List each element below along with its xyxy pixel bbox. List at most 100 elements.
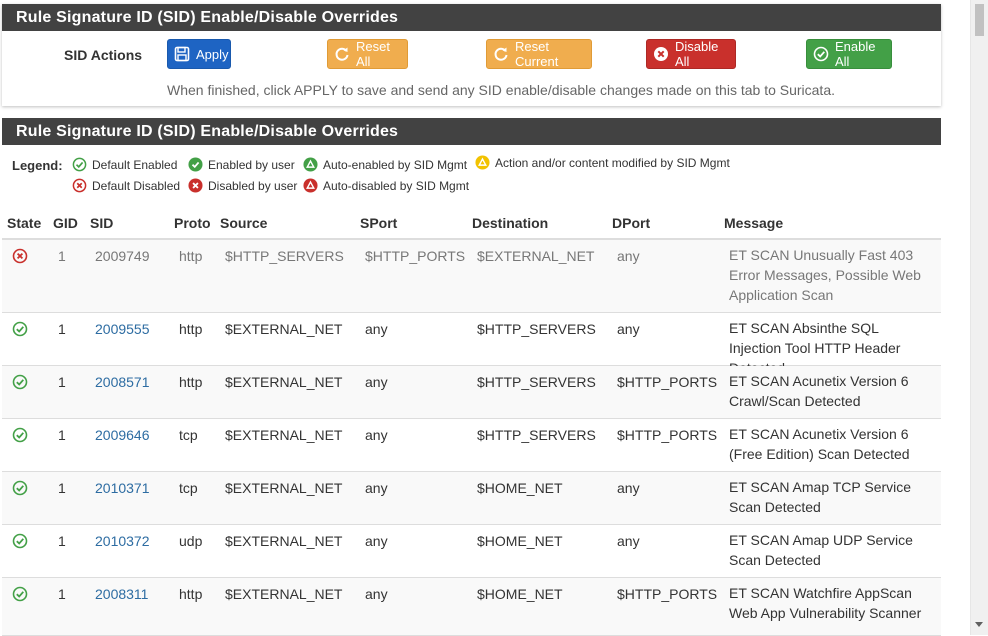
rule-source: $EXTERNAL_NET — [225, 427, 343, 443]
reset-current-button-label: Reset Current — [515, 39, 559, 69]
enable-all-button[interactable]: Enable All — [806, 39, 892, 69]
rule-sid-link[interactable]: 2009555 — [95, 321, 150, 337]
rule-message: ET SCAN Watchfire AppScan Web App Vulner… — [729, 585, 922, 621]
legend-text: Enabled by user — [208, 157, 295, 172]
default-disabled-icon — [72, 178, 87, 193]
rule-sid-link[interactable]: 2008571 — [95, 374, 150, 390]
rule-sport: any — [365, 321, 388, 337]
reset-current-button[interactable]: Reset Current — [486, 39, 592, 69]
rule-proto: udp — [179, 533, 203, 549]
rules-panel-title: Rule Signature ID (SID) Enable/Disable O… — [2, 118, 941, 145]
refresh-icon — [493, 46, 509, 62]
scrollbar-thumb[interactable] — [975, 4, 984, 36]
table-row: 1 2009749 http $HTTP_SERVERS $HTTP_PORTS… — [2, 240, 941, 313]
scroll-down-arrow-icon[interactable] — [975, 622, 983, 627]
rule-gid: 1 — [58, 374, 66, 390]
rule-proto: tcp — [179, 427, 198, 443]
rule-sid: 2009749 — [95, 248, 150, 264]
column-header-gid[interactable]: GID — [53, 215, 78, 231]
rule-gid: 1 — [58, 586, 66, 602]
rule-message: ET SCAN Acunetix Version 6 Crawl/Scan De… — [729, 373, 909, 409]
rule-proto: http — [179, 374, 203, 390]
table-row: 1 2010372 udp $EXTERNAL_NET any $HOME_NE… — [2, 525, 941, 578]
column-header-sport[interactable]: SPort — [360, 215, 397, 231]
rules-panel: Rule Signature ID (SID) Enable/Disable O… — [2, 118, 941, 636]
rule-sport: any — [365, 374, 388, 390]
default-enabled-icon — [12, 480, 28, 496]
legend-modified: Action and/or content modified by SID Mg… — [475, 155, 730, 170]
table-row: 1 2008571 http $EXTERNAL_NET any $HTTP_S… — [2, 366, 941, 419]
default-enabled-icon — [72, 157, 87, 172]
disabled-by-user-icon — [188, 178, 203, 193]
rule-destination: $HTTP_SERVERS — [477, 321, 596, 337]
page-scrollbar[interactable] — [970, 0, 988, 635]
rule-state-toggle[interactable] — [12, 374, 28, 393]
rule-proto: tcp — [179, 480, 198, 496]
default-enabled-icon — [12, 427, 28, 443]
rule-destination: $HTTP_SERVERS — [477, 427, 596, 443]
column-header-sid[interactable]: SID — [90, 215, 113, 231]
default-enabled-icon — [12, 586, 28, 602]
legend-text: Default Enabled — [92, 157, 178, 172]
rule-destination: $HOME_NET — [477, 586, 563, 602]
rule-dport: any — [617, 248, 640, 264]
default-enabled-icon — [12, 321, 28, 337]
default-enabled-icon — [12, 374, 28, 390]
legend-enabled-by-user: Enabled by user — [188, 157, 295, 172]
apply-button[interactable]: Apply — [167, 39, 231, 69]
rule-sport: $HTTP_PORTS — [365, 248, 466, 264]
column-header-dport[interactable]: DPort — [612, 215, 650, 231]
legend-auto-enabled: Auto-enabled by SID Mgmt — [303, 157, 467, 172]
rule-state-toggle[interactable] — [12, 427, 28, 446]
column-header-source[interactable]: Source — [220, 215, 267, 231]
rule-state-toggle[interactable] — [12, 248, 28, 267]
rule-sid-link[interactable]: 2008311 — [95, 586, 148, 602]
rule-sid-link[interactable]: 2010371 — [95, 480, 150, 496]
rule-proto: http — [179, 248, 203, 264]
legend-disabled-by-user: Disabled by user — [188, 178, 297, 193]
table-row: 1 2009646 tcp $EXTERNAL_NET any $HTTP_SE… — [2, 419, 941, 472]
default-disabled-icon — [12, 248, 28, 264]
legend-text: Auto-disabled by SID Mgmt — [323, 178, 470, 193]
rule-source: $EXTERNAL_NET — [225, 586, 343, 602]
rule-message: ET SCAN Acunetix Version 6 (Free Edition… — [729, 426, 910, 462]
rule-gid: 1 — [58, 321, 66, 337]
rule-destination: $HOME_NET — [477, 480, 563, 496]
rule-sid-link[interactable]: 2010372 — [95, 533, 150, 549]
rule-proto: http — [179, 321, 203, 337]
rule-destination: $HTTP_SERVERS — [477, 374, 596, 390]
column-header-destination[interactable]: Destination — [472, 215, 548, 231]
rule-dport: $HTTP_PORTS — [617, 374, 718, 390]
legend-label: Legend: — [12, 158, 63, 173]
disable-all-button[interactable]: Disable All — [646, 39, 736, 69]
column-header-message[interactable]: Message — [724, 215, 783, 231]
rules-table-header: State GID SID Proto Source SPort Destina… — [2, 210, 941, 240]
rule-sid-link[interactable]: 2009646 — [95, 427, 150, 443]
column-header-state[interactable]: State — [7, 215, 41, 231]
table-row: 1 2009555 http $EXTERNAL_NET any $HTTP_S… — [2, 313, 941, 376]
sid-actions-panel-title: Rule Signature ID (SID) Enable/Disable O… — [2, 4, 941, 31]
disable-all-button-label: Disable All — [675, 39, 719, 69]
rule-state-toggle[interactable] — [12, 321, 28, 340]
legend-text: Disabled by user — [208, 178, 298, 193]
table-row: 1 2010371 tcp $EXTERNAL_NET any $HOME_NE… — [2, 472, 941, 525]
legend-text: Auto-enabled by SID Mgmt — [323, 157, 468, 172]
default-enabled-icon — [12, 533, 28, 549]
rule-state-toggle[interactable] — [12, 480, 28, 499]
reset-all-button[interactable]: Reset All — [327, 39, 408, 69]
rule-state-toggle[interactable] — [12, 533, 28, 552]
rule-sport: any — [365, 586, 388, 602]
sid-actions-label: SID Actions — [64, 47, 143, 63]
rule-message: ET SCAN Amap UDP Service Scan Detected — [729, 532, 913, 568]
rule-source: $EXTERNAL_NET — [225, 480, 343, 496]
rule-sport: any — [365, 427, 388, 443]
save-icon — [174, 46, 190, 62]
rule-source: $HTTP_SERVERS — [225, 248, 344, 264]
legend-auto-disabled: Auto-disabled by SID Mgmt — [303, 178, 469, 193]
auto-enabled-icon — [303, 157, 318, 172]
enabled-by-user-icon — [188, 157, 203, 172]
rule-dport: any — [617, 533, 640, 549]
column-header-proto[interactable]: Proto — [174, 215, 211, 231]
rule-state-toggle[interactable] — [12, 586, 28, 605]
rule-gid: 1 — [58, 480, 66, 496]
